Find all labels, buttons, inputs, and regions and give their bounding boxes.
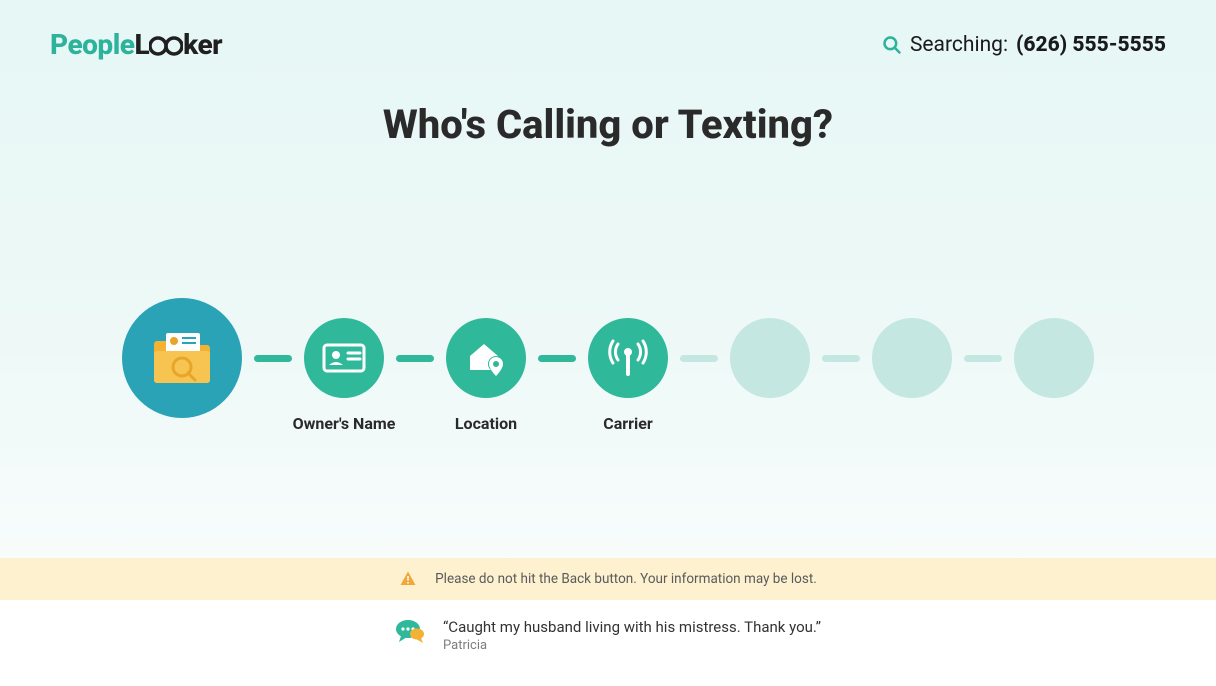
- step-search: [122, 298, 242, 418]
- searching-number: (626) 555-5555: [1016, 33, 1166, 57]
- testimonial: “Caught my husband living with his mistr…: [0, 600, 1216, 686]
- warning-banner: Please do not hit the Back button. Your …: [0, 558, 1216, 600]
- testimonial-body: “Caught my husband living with his mistr…: [443, 618, 821, 653]
- step-pending-2: [872, 318, 952, 398]
- logo-text-looker: Lker: [134, 28, 222, 61]
- searching-status: Searching: (626) 555-5555: [882, 33, 1166, 57]
- step-dash: [396, 355, 434, 362]
- page-title: Who's Calling or Texting?: [0, 101, 1216, 148]
- header: People Lker Searching: (626) 555-5555: [0, 0, 1216, 71]
- step-dash: [964, 355, 1002, 362]
- step-location-circle: [446, 318, 526, 398]
- folder-search-icon: [148, 329, 216, 387]
- progress-area: Owner's Name Location: [0, 148, 1216, 558]
- step-label: Owner's Name: [284, 414, 404, 433]
- search-icon: [882, 35, 902, 55]
- logo-text-people: People: [50, 28, 134, 61]
- step-pending-3: [1014, 318, 1094, 398]
- antenna-icon: [606, 338, 650, 378]
- testimonial-author: Patricia: [443, 638, 821, 653]
- step-carrier: Carrier: [588, 318, 668, 398]
- warning-text: Please do not hit the Back button. Your …: [435, 571, 817, 587]
- step-pending-1: [730, 318, 810, 398]
- speech-bubble-icon: [395, 618, 425, 644]
- step-carrier-circle: [588, 318, 668, 398]
- step-dash: [680, 355, 718, 362]
- house-pin-icon: [464, 338, 508, 378]
- logo[interactable]: People Lker: [50, 28, 222, 61]
- step-owner: Owner's Name: [304, 318, 384, 398]
- step-dash: [538, 355, 576, 362]
- step-label: Carrier: [568, 414, 688, 433]
- id-card-icon: [322, 341, 366, 375]
- step-pending-circle: [872, 318, 952, 398]
- searching-label: Searching:: [910, 33, 1008, 57]
- logo-eyes-icon: [149, 36, 183, 56]
- testimonial-quote: “Caught my husband living with his mistr…: [443, 618, 821, 636]
- step-dash: [254, 355, 292, 362]
- step-search-circle: [122, 298, 242, 418]
- step-pending-circle: [1014, 318, 1094, 398]
- warning-icon: [399, 570, 417, 588]
- step-label: Location: [426, 414, 546, 433]
- step-pending-circle: [730, 318, 810, 398]
- progress-steps: Owner's Name Location: [62, 298, 1154, 418]
- step-owner-circle: [304, 318, 384, 398]
- step-location: Location: [446, 318, 526, 398]
- step-dash: [822, 355, 860, 362]
